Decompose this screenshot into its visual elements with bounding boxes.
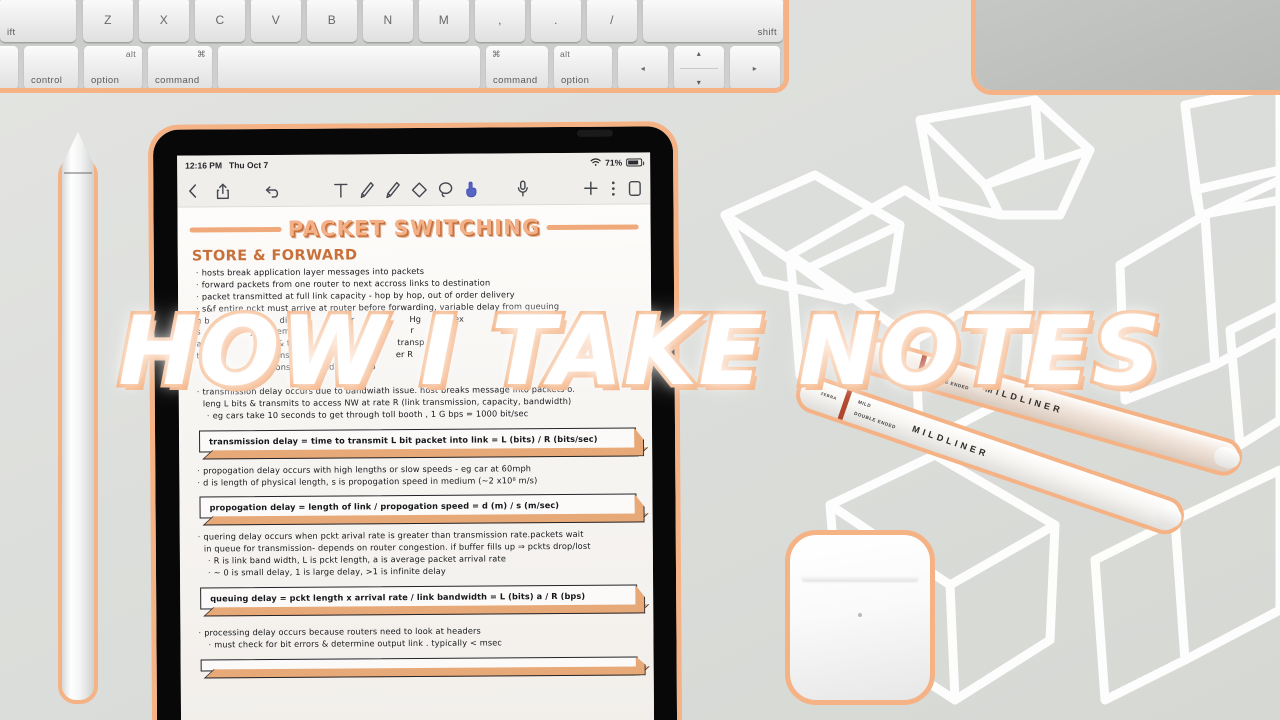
title-rule-left	[189, 226, 282, 233]
share-icon[interactable]	[216, 183, 229, 199]
text-tool-icon[interactable]	[333, 182, 348, 198]
pages-icon[interactable]	[628, 180, 641, 196]
more-options-icon[interactable]	[611, 180, 615, 196]
highlighter-maker: ZEBRA	[820, 390, 838, 401]
note-title: PACKET SWITCHING	[287, 215, 541, 241]
ipad-screen: 12:16 PM Thu Oct 7 71% PACKET SWITCHING …	[177, 152, 655, 720]
key-slash[interactable]: /	[587, 0, 637, 42]
key-option-left[interactable]: alt option	[84, 46, 142, 88]
key-shift-left[interactable]: ift	[0, 0, 76, 42]
highlighter-tool-icon[interactable]	[385, 181, 400, 199]
highlighter-brand: MILDLINER	[910, 423, 991, 460]
plus-icon[interactable]	[583, 181, 598, 196]
formula-box: transmission delay = time to transmit L …	[199, 427, 637, 453]
key-control[interactable]: control	[24, 46, 78, 88]
note-title-row: PACKET SWITCHING	[189, 214, 639, 241]
note-bullet: · d is length of physical length, s is pr…	[197, 474, 538, 488]
eraser-tool-icon[interactable]	[411, 181, 427, 197]
apple-keyboard: ift Z X C V B N M , . / shift control al…	[0, 0, 789, 93]
status-date: Thu Oct 7	[228, 160, 269, 171]
key-n[interactable]: N	[363, 0, 413, 42]
microphone-icon[interactable]	[517, 180, 528, 197]
section-heading: STORE & FORWARD	[191, 247, 358, 265]
airpods-case	[785, 530, 935, 705]
key-z[interactable]: Z	[83, 0, 133, 42]
formula-box: propogation delay = length of link / pro…	[199, 493, 637, 519]
note-sub-bullet: · must check for bit errors & determine o…	[208, 637, 503, 650]
highlighter-variant-label: BOLD	[929, 362, 946, 372]
formula-box	[200, 656, 638, 672]
key-c[interactable]: C	[195, 0, 245, 42]
laptop-trackpad	[971, 0, 1280, 95]
key-command-right[interactable]: ⌘ command	[486, 46, 548, 88]
highlighter-tip	[1153, 502, 1185, 531]
airpods-lid-seam	[802, 575, 918, 581]
key-m[interactable]: M	[419, 0, 469, 42]
highlighter-cap-band	[837, 390, 853, 421]
key-spacebar[interactable]	[218, 46, 480, 88]
title-rule-right	[546, 223, 639, 230]
key-arrow-left[interactable]: ◂	[618, 46, 668, 88]
battery-percent: 71%	[605, 157, 623, 168]
ipad-device: 12:16 PM Thu Oct 7 71% PACKET SWITCHING …	[147, 121, 683, 720]
notes-toolbar	[177, 172, 651, 208]
key-shift-right[interactable]: shift	[643, 0, 783, 42]
apple-pencil	[58, 132, 98, 704]
highlighter-brand: MILDLINER	[984, 383, 1065, 416]
pencil-seam	[64, 172, 92, 174]
note-sub-bullet: · eg cars take 10 seconds to get through …	[206, 408, 529, 421]
hand-tool-icon[interactable]	[464, 181, 479, 198]
key-b[interactable]: B	[307, 0, 357, 42]
key-arrow-up-down[interactable]: ▴ ▾	[674, 46, 724, 88]
highlighter-cap-band	[914, 354, 928, 386]
key-option-right[interactable]: alt option	[554, 46, 612, 88]
note-sub-bullet: · ~ 0 is small delay, 1 is large delay, >…	[207, 565, 446, 578]
formula-box: queuing delay = pckt length x arrival ra…	[200, 584, 638, 610]
key-v[interactable]: V	[251, 0, 301, 42]
highlighter-double-ended-label: DOUBLE ENDED	[853, 410, 897, 430]
airpods-status-led	[858, 613, 862, 617]
status-time: 12:16 PM	[185, 160, 223, 171]
highlighter-variant-label: MILD	[857, 399, 872, 409]
mildliner-highlighter-1: BOLD DOUBLE ENDED MILDLINER	[854, 320, 1246, 494]
undo-icon[interactable]	[265, 183, 281, 198]
wifi-icon	[590, 157, 601, 168]
key-comma[interactable]: ,	[475, 0, 525, 42]
front-camera	[576, 129, 613, 137]
battery-icon	[626, 158, 643, 167]
key-command-left[interactable]: ⌘ command	[148, 46, 212, 88]
screenshot-stage: ift Z X C V B N M , . / shift control al…	[0, 0, 1280, 720]
key-arrow-right[interactable]: ▸	[730, 46, 780, 88]
highlighter-double-ended-label: DOUBLE ENDED	[925, 373, 970, 391]
pen-tool-icon[interactable]	[359, 181, 374, 199]
key-fn[interactable]	[0, 46, 18, 88]
key-period[interactable]: .	[531, 0, 581, 42]
highlighter-tip	[1211, 444, 1243, 471]
note-page[interactable]: PACKET SWITCHING STORE & FORWARD · hosts …	[177, 204, 655, 720]
key-x[interactable]: X	[139, 0, 189, 42]
lasso-tool-icon[interactable]	[438, 181, 453, 197]
back-chevron-icon[interactable]	[187, 184, 198, 199]
